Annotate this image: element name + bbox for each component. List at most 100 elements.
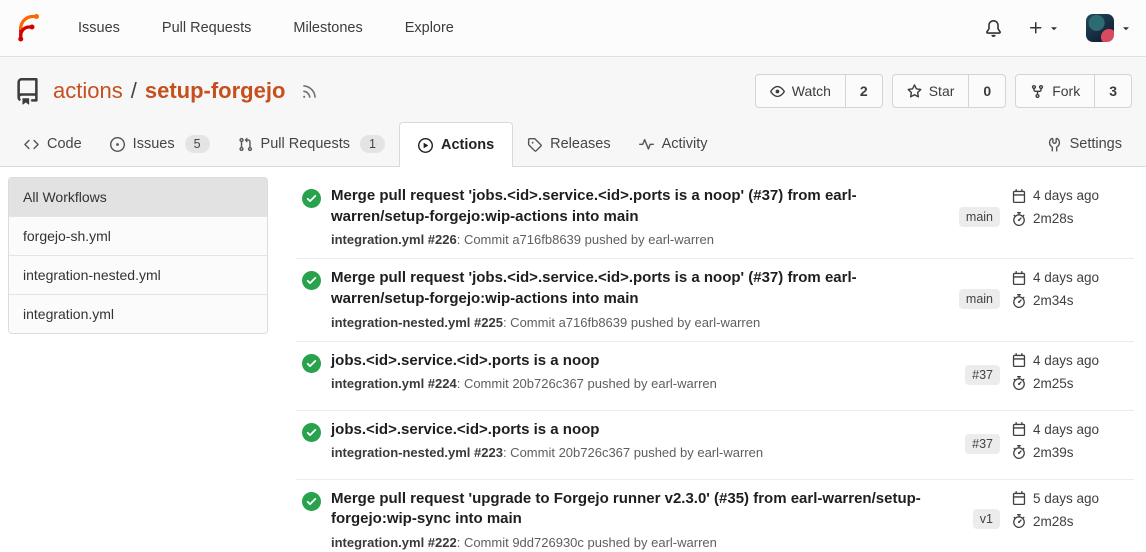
stopwatch-icon	[1012, 294, 1026, 308]
run-meta: 4 days ago 2m28s	[1012, 186, 1134, 234]
navbar-item-issues[interactable]: Issues	[78, 20, 120, 36]
run-duration: 2m25s	[1033, 376, 1074, 391]
run-duration: 2m28s	[1033, 514, 1074, 529]
watch-button[interactable]: Watch 2	[755, 74, 883, 108]
run-time: 4 days ago	[1033, 353, 1099, 368]
success-check-icon	[302, 271, 321, 290]
run-duration: 2m39s	[1033, 445, 1074, 460]
tab-issues[interactable]: Issues 5	[96, 122, 224, 166]
repo-book-icon	[14, 78, 41, 105]
run-time: 4 days ago	[1033, 188, 1099, 203]
workflow-run-row: Merge pull request 'upgrade to Forgejo r…	[296, 480, 1134, 552]
eye-icon	[770, 84, 785, 99]
stopwatch-icon	[1012, 376, 1026, 390]
forgejo-logo-icon[interactable]	[14, 13, 44, 43]
run-title[interactable]: Merge pull request 'upgrade to Forgejo r…	[331, 489, 954, 530]
tab-settings[interactable]: Settings	[1033, 122, 1136, 166]
issue-opened-icon	[110, 137, 125, 152]
tab-pull-requests[interactable]: Pull Requests 1	[224, 122, 399, 166]
run-meta: 5 days ago 2m28s	[1012, 489, 1134, 537]
rss-icon[interactable]	[301, 83, 318, 100]
fork-count[interactable]: 3	[1094, 75, 1131, 107]
code-icon	[24, 137, 39, 152]
run-meta: 4 days ago 2m25s	[1012, 351, 1134, 399]
ref-badge[interactable]: main	[959, 207, 1000, 227]
create-new-dropdown[interactable]	[1028, 20, 1060, 36]
star-icon	[907, 84, 922, 99]
repo-name-link[interactable]: setup-forgejo	[145, 78, 286, 104]
sidebar-item-all-workflows[interactable]: All Workflows	[9, 178, 267, 217]
tools-icon	[1047, 137, 1062, 152]
navbar-item-milestones[interactable]: Milestones	[293, 20, 362, 36]
calendar-icon	[1012, 491, 1026, 505]
run-time: 5 days ago	[1033, 491, 1099, 506]
workflow-run-list: Merge pull request 'jobs.<id>.service.<i…	[296, 177, 1134, 552]
run-time: 4 days ago	[1033, 270, 1099, 285]
run-subtitle: integration-nested.yml #223: Commit 20b7…	[331, 445, 954, 460]
success-check-icon	[302, 189, 321, 208]
stopwatch-icon	[1012, 514, 1026, 528]
calendar-icon	[1012, 271, 1026, 285]
navbar-right	[985, 14, 1132, 42]
play-circle-icon	[418, 138, 433, 153]
tag-icon	[527, 137, 542, 152]
plus-icon	[1028, 20, 1044, 36]
run-title[interactable]: Merge pull request 'jobs.<id>.service.<i…	[331, 186, 951, 227]
sidebar-item-integration[interactable]: integration.yml	[9, 295, 267, 333]
star-button[interactable]: Star 0	[892, 74, 1006, 108]
breadcrumb-separator: /	[131, 78, 137, 104]
issues-count-badge: 5	[185, 135, 210, 153]
fork-button[interactable]: Fork 3	[1015, 74, 1132, 108]
breadcrumb: actions / setup-forgejo	[53, 78, 318, 104]
star-count[interactable]: 0	[968, 75, 1005, 107]
calendar-icon	[1012, 189, 1026, 203]
navbar-item-pull-requests[interactable]: Pull Requests	[162, 20, 251, 36]
repo-header-section: actions / setup-forgejo Watch 2 Star 0	[0, 57, 1146, 167]
ref-badge[interactable]: v1	[973, 509, 1000, 529]
workflows-sidebar: All Workflows forgejo-sh.yml integration…	[8, 177, 268, 334]
tab-activity[interactable]: Activity	[625, 122, 722, 166]
workflow-run-row: Merge pull request 'jobs.<id>.service.<i…	[296, 177, 1134, 259]
run-duration: 2m28s	[1033, 211, 1074, 226]
chevron-down-icon	[1048, 22, 1060, 34]
ref-badge[interactable]: #37	[965, 365, 1000, 385]
workflow-run-row: Merge pull request 'jobs.<id>.service.<i…	[296, 259, 1134, 341]
run-meta: 4 days ago 2m39s	[1012, 420, 1134, 468]
calendar-icon	[1012, 353, 1026, 367]
pulse-icon	[639, 137, 654, 152]
run-subtitle: integration.yml #224: Commit 20b726c367 …	[331, 376, 954, 391]
run-title[interactable]: jobs.<id>.service.<id>.ports is a noop	[331, 420, 954, 441]
tab-actions[interactable]: Actions	[399, 122, 513, 167]
stopwatch-icon	[1012, 212, 1026, 226]
ref-badge[interactable]: #37	[965, 434, 1000, 454]
navbar-links: Issues Pull Requests Milestones Explore	[78, 20, 454, 36]
notifications-bell-icon[interactable]	[985, 20, 1002, 37]
chevron-down-icon	[1120, 22, 1132, 34]
sidebar-item-forgejo-sh[interactable]: forgejo-sh.yml	[9, 217, 267, 256]
user-menu[interactable]	[1086, 14, 1132, 42]
success-check-icon	[302, 354, 321, 373]
run-meta: 4 days ago 2m34s	[1012, 268, 1134, 316]
stopwatch-icon	[1012, 445, 1026, 459]
tab-code[interactable]: Code	[10, 122, 96, 166]
workflow-run-row: jobs.<id>.service.<id>.ports is a noop i…	[296, 342, 1134, 411]
navbar-item-explore[interactable]: Explore	[405, 20, 454, 36]
avatar	[1086, 14, 1114, 42]
success-check-icon	[302, 423, 321, 442]
watch-count[interactable]: 2	[845, 75, 882, 107]
ref-badge[interactable]: main	[959, 289, 1000, 309]
repo-action-buttons: Watch 2 Star 0 Fork 3	[755, 74, 1132, 108]
run-title[interactable]: Merge pull request 'jobs.<id>.service.<i…	[331, 268, 951, 309]
repo-owner-link[interactable]: actions	[53, 78, 123, 104]
sidebar-item-integration-nested[interactable]: integration-nested.yml	[9, 256, 267, 295]
tab-releases[interactable]: Releases	[513, 122, 624, 166]
success-check-icon	[302, 492, 321, 511]
actions-page-content: All Workflows forgejo-sh.yml integration…	[0, 167, 1146, 552]
run-title[interactable]: jobs.<id>.service.<id>.ports is a noop	[331, 351, 954, 372]
run-subtitle: integration.yml #222: Commit 9dd726930c …	[331, 535, 954, 550]
calendar-icon	[1012, 422, 1026, 436]
run-subtitle: integration-nested.yml #225: Commit a716…	[331, 315, 951, 330]
run-duration: 2m34s	[1033, 293, 1074, 308]
workflow-run-row: jobs.<id>.service.<id>.ports is a noop i…	[296, 411, 1134, 480]
pull-requests-count-badge: 1	[360, 135, 385, 153]
